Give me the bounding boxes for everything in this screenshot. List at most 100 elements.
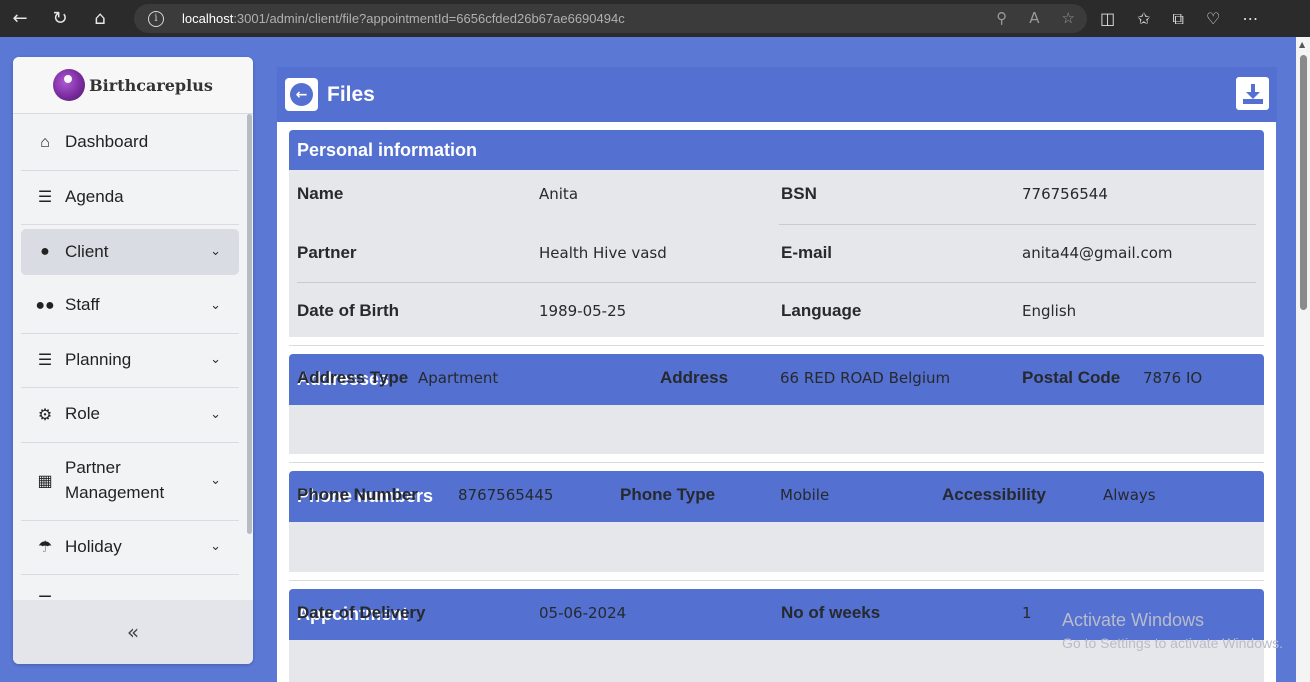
split-screen-icon[interactable]: ◫ <box>1100 9 1115 28</box>
partner-label: Partner <box>297 243 357 262</box>
section-title: Personal information <box>289 130 1264 170</box>
group-icon: ●● <box>35 296 55 314</box>
delivery-date-label: Date of Delivery <box>297 603 426 622</box>
sidebar-item-label: Role <box>65 404 100 424</box>
phone-number-label: Phone Number <box>297 485 418 504</box>
language-label: Language <box>781 301 862 320</box>
info-icon[interactable]: i <box>148 10 164 27</box>
scrollbar-thumb[interactable] <box>1300 55 1307 310</box>
dob-label: Date of Birth <box>297 301 399 320</box>
sidebar-item-partner-management[interactable]: ▦ Partner Management ⌄ <box>21 443 239 521</box>
url-host: localhost <box>182 11 234 26</box>
chevron-down-icon[interactable]: ⌄ <box>210 406 221 422</box>
address-bar[interactable]: i localhost:3001/admin/client/file?appoi… <box>134 4 1087 33</box>
sidebar-item-dashboard[interactable]: ⌂ Dashboard <box>21 116 239 171</box>
beach-umbrella-icon: ☂ <box>37 539 53 557</box>
key-icon[interactable]: ⚲ <box>996 9 1007 27</box>
list-icon: ☰ <box>37 352 53 370</box>
bsn-label: BSN <box>781 184 817 203</box>
sidebar-item-holiday[interactable]: ☂ Holiday ⌄ <box>21 521 239 575</box>
address-type-value: Apartment <box>418 369 499 387</box>
page-scrollbar[interactable]: ▲ <box>1296 37 1310 682</box>
phone-type-label: Phone Type <box>620 485 716 504</box>
accessibility-value: Always <box>1103 486 1156 504</box>
browser-toolbar: ← ↻ ⌂ i localhost:3001/admin/client/file… <box>0 0 1310 37</box>
sidebar-item-label: Holiday <box>65 536 122 556</box>
person-icon: ● <box>40 243 50 260</box>
activate-windows-title: Activate Windows <box>1062 610 1205 630</box>
sidebar-item-label: Agenda <box>65 186 124 206</box>
language-value: English <box>1022 302 1077 320</box>
collapse-sidebar-button[interactable]: « <box>13 600 253 664</box>
sidebar-item-staff[interactable]: ●● Staff ⌄ <box>21 279 239 334</box>
double-chevron-left-icon: « <box>126 620 140 644</box>
weeks-value: 1 <box>1022 604 1032 622</box>
download-icon <box>1242 83 1263 104</box>
phone-type-value: Mobile <box>780 486 830 504</box>
home-icon: ⌂ <box>40 133 50 151</box>
chevron-down-icon[interactable]: ⌄ <box>210 297 221 313</box>
list-icon: ☰ <box>37 189 53 207</box>
address-type-label: Address Type <box>297 368 409 387</box>
logo[interactable]: Birthcareplus <box>13 57 253 114</box>
sidebar-item-label: Planning <box>65 349 132 369</box>
sidebar-item-label: Client <box>65 241 109 261</box>
collections-icon[interactable]: ⧉ <box>1173 9 1184 29</box>
accessibility-label: Accessibility <box>942 485 1046 504</box>
scroll-up-icon[interactable]: ▲ <box>1299 40 1305 49</box>
sidebar-menu: ⌂ Dashboard ☰ Agenda ● Client ⌄ ●● Staff… <box>21 116 239 630</box>
logo-icon <box>53 69 86 101</box>
arrow-left-circle-icon: ← <box>290 83 313 106</box>
chevron-down-icon[interactable]: ⌄ <box>210 243 221 259</box>
address-label: Address <box>660 368 729 387</box>
divider <box>289 462 1264 463</box>
health-icon[interactable]: ♡ <box>1206 9 1220 28</box>
phone-numbers-section: Phone numbers Phone Number 8767565445 Ph… <box>289 471 1264 572</box>
page-title: Files <box>327 82 375 106</box>
read-aloud-icon[interactable]: A <box>1029 9 1039 27</box>
divider <box>289 345 1264 346</box>
sidebar-item-label: Dashboard <box>65 132 149 152</box>
sidebar-item-client[interactable]: ● Client ⌄ <box>21 229 239 275</box>
star-icon[interactable]: ☆ <box>1062 9 1075 27</box>
user-gear-icon: ⚙ <box>37 406 53 424</box>
url-path: :3001/admin/client/file?appointmentId=66… <box>233 11 625 26</box>
more-icon[interactable]: ⋯ <box>1242 9 1258 28</box>
addresses-section: Addresses Address Type Apartment Address… <box>289 354 1264 454</box>
dob-value: 1989-05-25 <box>539 302 627 320</box>
sidebar-item-planning[interactable]: ☰ Planning ⌄ <box>21 334 239 388</box>
page-header: ← Files <box>277 67 1277 122</box>
email-label: E-mail <box>781 243 833 262</box>
sidebar-scrollbar[interactable] <box>247 114 252 534</box>
sidebar: Birthcareplus ⌂ Dashboard ☰ Agenda ● Cli… <box>13 57 253 664</box>
refresh-icon[interactable]: ↻ <box>40 0 80 37</box>
sidebar-item-label: Staff <box>65 295 100 315</box>
weeks-label: No of weeks <box>781 603 881 622</box>
download-button[interactable] <box>1236 77 1269 110</box>
favorites-icon[interactable]: ✩ <box>1137 9 1150 28</box>
building-icon: ▦ <box>37 473 53 490</box>
personal-information-section: Personal information Name Anita BSN 7767… <box>289 130 1264 337</box>
logo-text: Birthcareplus <box>89 75 213 95</box>
chevron-down-icon[interactable]: ⌄ <box>210 538 221 554</box>
back-button[interactable]: ← <box>285 78 318 111</box>
name-label: Name <box>297 184 344 203</box>
name-value: Anita <box>539 185 579 203</box>
home-icon[interactable]: ⌂ <box>80 0 120 37</box>
chevron-down-icon[interactable]: ⌄ <box>210 351 221 367</box>
chevron-down-icon[interactable]: ⌄ <box>210 472 221 488</box>
address-value: 66 RED ROAD Belgium <box>780 369 951 387</box>
back-arrow-icon[interactable]: ← <box>0 0 40 37</box>
email-value: anita44@gmail.com <box>1022 244 1173 262</box>
partner-value: Health Hive vasd <box>539 244 667 262</box>
file-content: Personal information Name Anita BSN 7767… <box>277 122 1276 682</box>
postal-code-label: Postal Code <box>1022 368 1121 387</box>
bsn-value: 776756544 <box>1022 185 1108 203</box>
divider <box>289 580 1264 581</box>
sidebar-item-label: Partner Management <box>65 458 165 502</box>
sidebar-item-agenda[interactable]: ☰ Agenda <box>21 171 239 225</box>
activate-windows-subtitle: Go to Settings to activate Windows. <box>1062 635 1283 651</box>
delivery-date-value: 05-06-2024 <box>539 604 627 622</box>
sidebar-item-role[interactable]: ⚙ Role ⌄ <box>21 388 239 443</box>
postal-code-value: 7876 IO <box>1143 369 1203 387</box>
